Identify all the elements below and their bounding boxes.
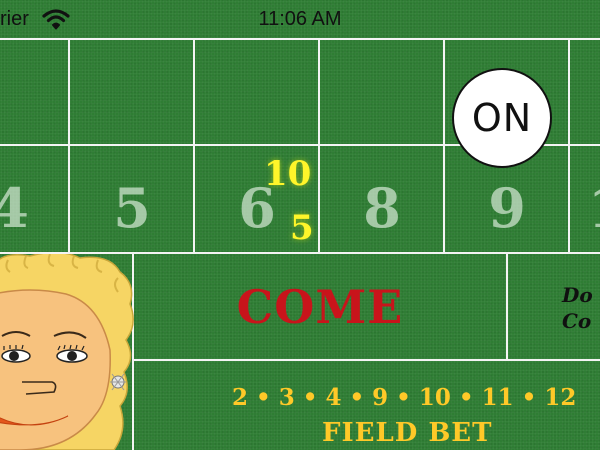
point-number-10[interactable]: 1 — [570, 176, 600, 240]
place-box-6[interactable] — [195, 40, 318, 144]
dealer-avatar — [0, 254, 134, 450]
field-numbers: 2 • 3 • 4 • 9 • 10 • 11 • 12 — [232, 384, 577, 411]
odds-bet-value[interactable]: 10 — [264, 154, 311, 194]
point-number-5[interactable]: 5 — [70, 176, 194, 240]
dont-come-bet-area[interactable]: Do Co — [562, 282, 600, 334]
point-number-9[interactable]: 9 — [445, 176, 569, 240]
table-line — [506, 252, 508, 360]
line-bet-value[interactable]: 5 — [290, 208, 314, 248]
place-box-8[interactable] — [320, 40, 443, 144]
come-bet-area[interactable]: COME — [134, 254, 506, 360]
place-box-10[interactable] — [570, 40, 600, 144]
dont-come-label-line2: Co — [562, 309, 592, 333]
dont-come-label-line1: Do — [562, 283, 593, 307]
clock: 11:06 AM — [258, 8, 342, 30]
on-puck: ON — [452, 68, 552, 168]
point-number-8[interactable]: 8 — [320, 176, 444, 240]
place-box-4[interactable] — [0, 40, 68, 144]
status-bar: rier 11:06 AM — [0, 0, 600, 38]
field-bet-label: FIELD BET — [322, 418, 493, 448]
point-number-4[interactable]: 4 — [0, 176, 72, 240]
place-box-5[interactable] — [70, 40, 193, 144]
